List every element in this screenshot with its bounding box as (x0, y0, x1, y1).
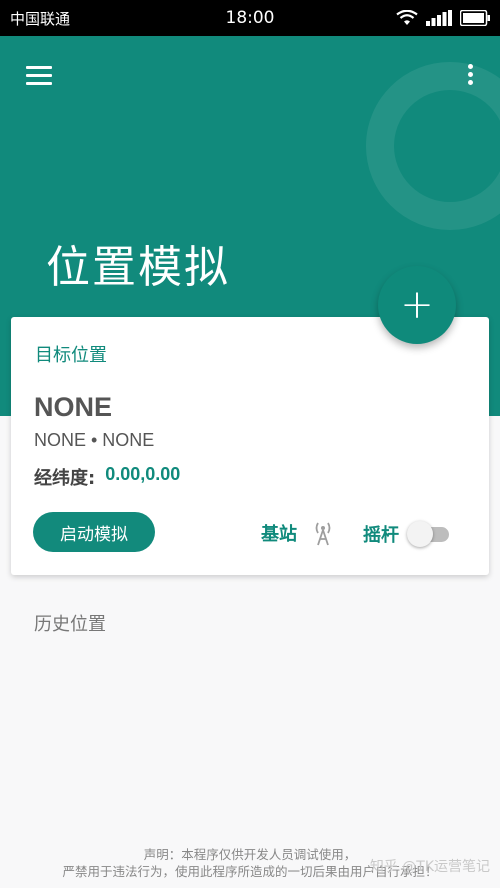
location-detail: NONE • NONE (34, 430, 155, 450)
antenna-icon (315, 522, 331, 546)
switch-thumb (407, 521, 433, 547)
joystick-label: 摇杆 (363, 525, 399, 546)
battery-icon (460, 10, 490, 26)
add-location-button[interactable]: + (378, 266, 456, 344)
card-title: 目标位置 (35, 345, 107, 366)
base-station-label: 基站 (261, 524, 297, 545)
start-simulation-button[interactable]: 启动模拟 (33, 512, 155, 552)
watermark: 知乎 @TK运营笔记 (369, 859, 490, 875)
location-name: NONE (34, 392, 113, 422)
coordinate-label: 经纬度: (34, 468, 96, 489)
coordinate-value: 0.00,0.00 (105, 464, 181, 484)
joystick-switch[interactable] (407, 520, 451, 548)
history-section-title: 历史位置 (34, 614, 106, 635)
target-location-card: 目标位置 NONE NONE • NONE 经纬度: 0.00,0.00 启动模… (11, 317, 489, 575)
carrier-label: 中国联通 (10, 9, 71, 28)
more-options-icon[interactable] (466, 64, 474, 88)
status-icons (396, 10, 490, 26)
base-station-toggle[interactable]: 基站 (261, 520, 335, 546)
coordinate-row: 经纬度: 0.00,0.00 (34, 464, 180, 490)
menu-icon[interactable] (26, 66, 52, 86)
signal-icon (426, 10, 452, 26)
wifi-icon (396, 10, 418, 25)
page-title: 位置模拟 (46, 242, 230, 293)
status-bar: 中国联通 18:00 (0, 0, 500, 36)
joystick-control: 摇杆 (363, 520, 451, 548)
